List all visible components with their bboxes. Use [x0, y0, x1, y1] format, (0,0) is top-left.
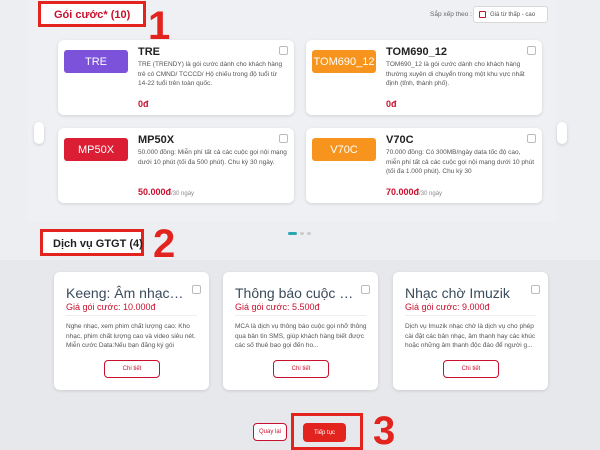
sort-select[interactable]: Giá từ thấp - cao — [473, 6, 548, 23]
packages-section-title: Gói cước* (10) — [54, 9, 131, 21]
package-name: MP50X — [138, 134, 175, 146]
annotation-box-services: Dịch vụ GTGT (4) — [40, 229, 144, 256]
package-checkbox[interactable] — [279, 46, 288, 55]
service-description: MCA là dịch vụ thông báo cuộc gọi nhỡ th… — [235, 323, 367, 349]
carousel-dots — [288, 232, 311, 235]
service-description: Dịch vụ Imuzik nhạc chờ là dịch vụ cho p… — [405, 323, 536, 349]
package-price: 50.000đ/30 ngày — [138, 187, 195, 197]
annotation-box-packages: Gói cước* (10) — [38, 1, 146, 27]
service-description: Nghe nhạc, xem phim chất lượng cao: Kho … — [66, 323, 196, 349]
service-checkbox[interactable] — [361, 285, 370, 294]
services-section-title: Dịch vụ GTGT (4) — [53, 238, 143, 250]
package-price: 0đ — [138, 99, 149, 109]
service-checkbox[interactable] — [531, 285, 540, 294]
package-description: 50.000 đồng: Miễn phí tất cả các cuộc gọ… — [138, 149, 287, 166]
package-name: TOM690_12 — [386, 46, 447, 58]
package-card-mp50x[interactable]: MP50X MP50X 50.000 đồng: Miễn phí tất cả… — [58, 128, 294, 203]
package-card-tom690-12[interactable]: TOM690_12 TOM690_12 TOM690_12 là gói cướ… — [306, 40, 542, 115]
carousel-dot-active[interactable] — [288, 232, 297, 235]
details-button[interactable]: Chi tiết — [273, 360, 329, 378]
divider — [66, 315, 197, 316]
carousel-dot[interactable] — [307, 232, 311, 235]
details-button[interactable]: Chi tiết — [443, 360, 499, 378]
service-card-mca[interactable]: Thông báo cuộc gọi nhỡ Giá gói cước: 5.5… — [223, 272, 378, 390]
carousel-next-arrow[interactable] — [557, 122, 567, 144]
annotation-number-3: 3 — [373, 409, 396, 450]
service-card-keeng[interactable]: Keeng: Âm nhạc trực tuyến Giá gói cước: … — [54, 272, 209, 390]
package-description: TRE (TRENDY) là gói cước dành cho khách … — [138, 61, 283, 87]
details-button[interactable]: Chi tiết — [104, 360, 160, 378]
package-badge: V70C — [312, 138, 376, 161]
service-title: Keeng: Âm nhạc trực tuyến — [66, 285, 186, 301]
service-card-imuzik[interactable]: Nhạc chờ Imuzik Giá gói cước: 9.000đ Dịc… — [393, 272, 548, 390]
package-checkbox[interactable] — [527, 46, 536, 55]
package-badge: TOM690_12 — [312, 50, 376, 73]
package-price: 70.000đ/30 ngày — [386, 187, 443, 197]
package-price: 0đ — [386, 99, 397, 109]
package-description: TOM690_12 là gói cước dành cho khách hàn… — [386, 61, 525, 87]
service-checkbox[interactable] — [192, 285, 201, 294]
calendar-icon — [479, 11, 486, 18]
package-card-tre[interactable]: TRE TRE TRE (TRENDY) là gói cước dành ch… — [58, 40, 294, 115]
service-price: Giá gói cước: 10.000đ — [66, 302, 156, 312]
sort-selected-value: Giá từ thấp - cao — [490, 11, 536, 18]
annotation-number-2: 2 — [153, 222, 176, 266]
package-checkbox[interactable] — [527, 134, 536, 143]
divider — [235, 315, 366, 316]
service-title: Nhạc chờ Imuzik — [405, 285, 510, 301]
package-description: 70.000 đồng: Có 300MB/ngày data tốc độ c… — [386, 149, 535, 175]
carousel-prev-arrow[interactable] — [34, 122, 44, 144]
service-price: Giá gói cước: 9.000đ — [405, 302, 490, 312]
service-title: Thông báo cuộc gọi nhỡ — [235, 285, 355, 301]
sort-label: Sắp xếp theo : — [430, 11, 472, 18]
package-card-v70c[interactable]: V70C V70C 70.000 đồng: Có 300MB/ngày dat… — [306, 128, 542, 203]
back-button[interactable]: Quay lại — [253, 423, 287, 441]
carousel-dot[interactable] — [300, 232, 304, 235]
package-name: V70C — [386, 134, 414, 146]
package-checkbox[interactable] — [279, 134, 288, 143]
service-price: Giá gói cước: 5.500đ — [235, 302, 320, 312]
package-name: TRE — [138, 46, 160, 58]
divider — [405, 315, 536, 316]
continue-button[interactable]: Tiếp tục — [303, 423, 346, 442]
package-badge: TRE — [64, 50, 128, 73]
package-badge: MP50X — [64, 138, 128, 161]
